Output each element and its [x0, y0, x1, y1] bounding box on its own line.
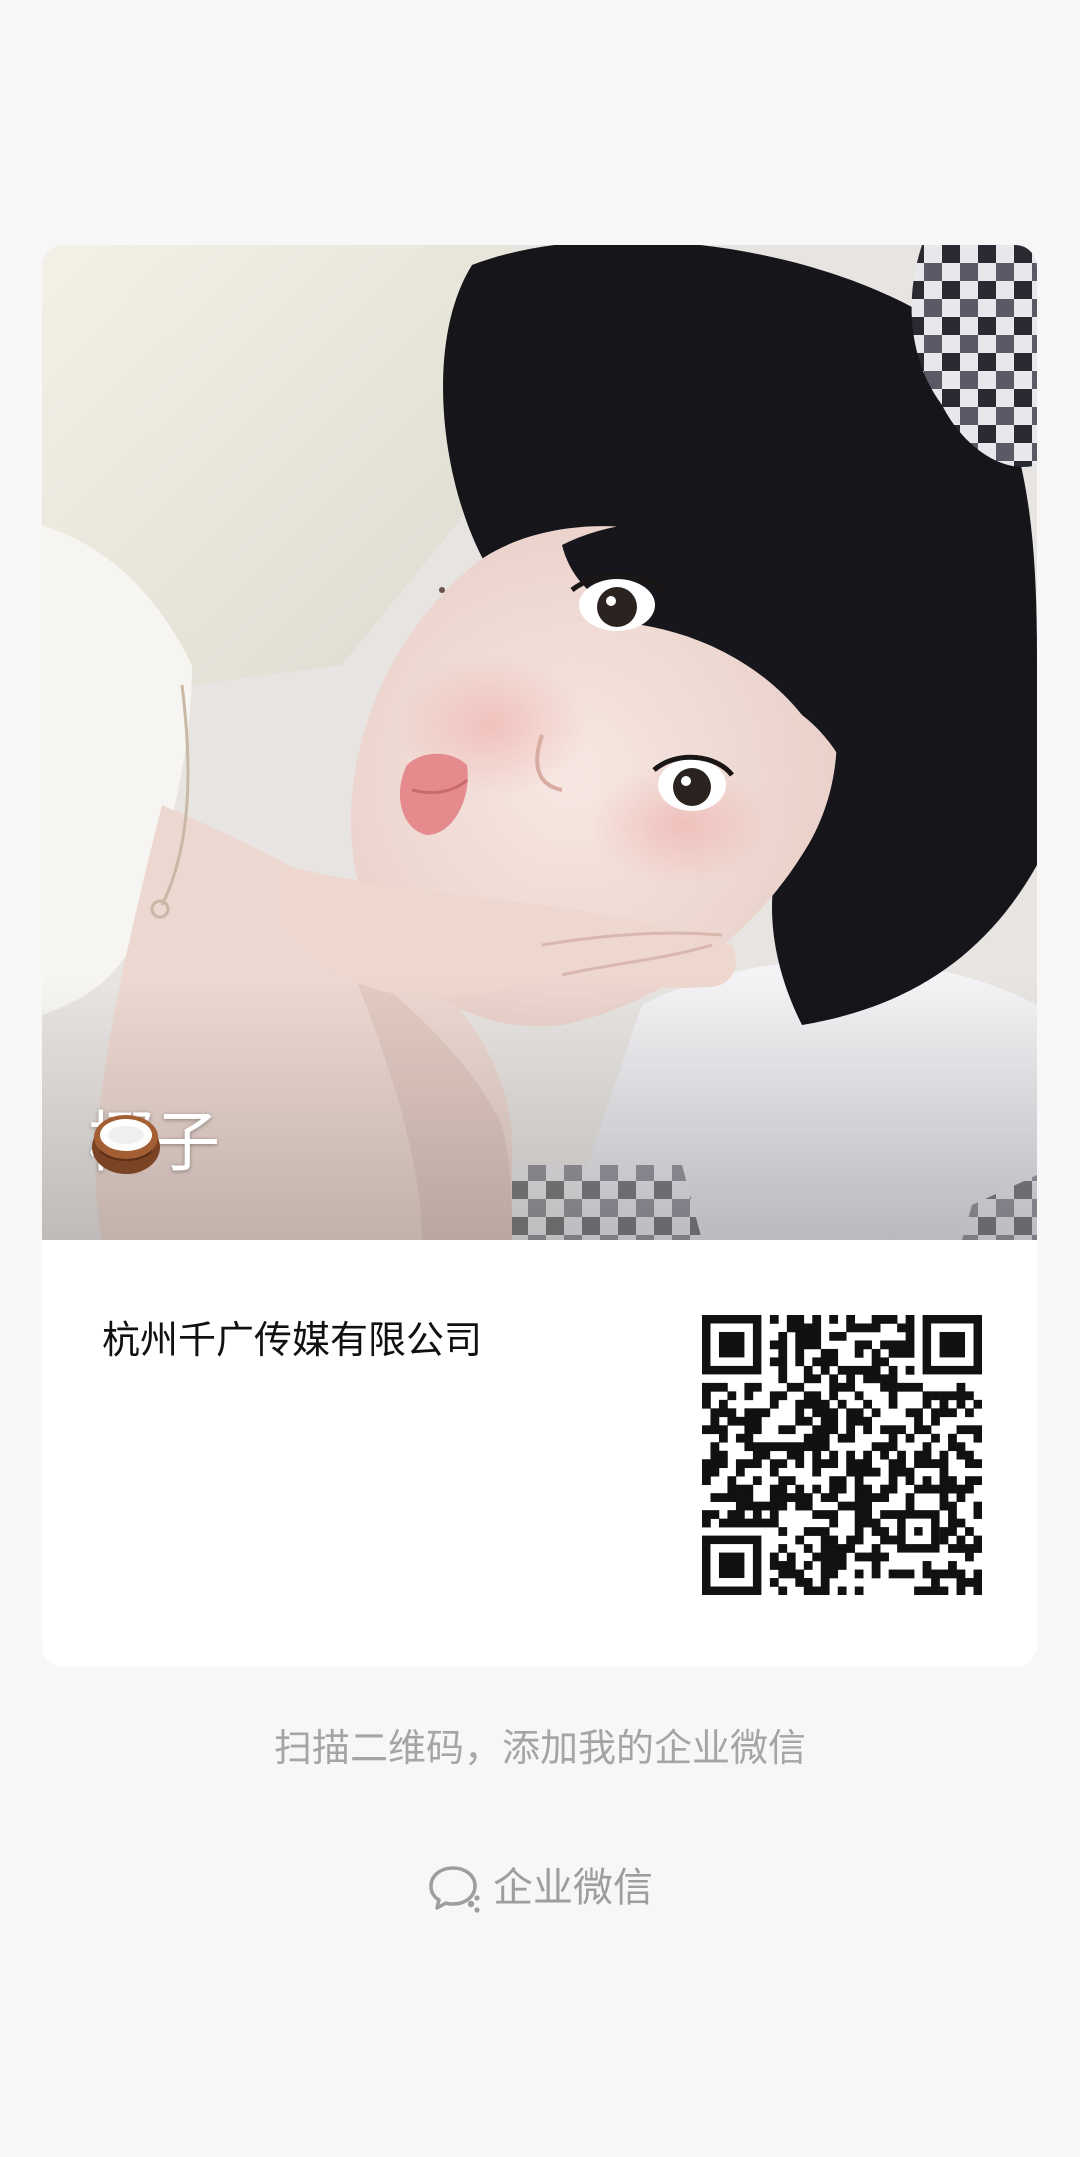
wecom-brand: 企业微信: [0, 1860, 1080, 1916]
qr-code: [702, 1315, 983, 1596]
qr-code-image: [702, 1315, 983, 1596]
wecom-logo-icon: [427, 1862, 483, 1914]
scan-hint: 扫描二维码，添加我的企业微信: [273, 1726, 806, 1770]
company-name: 杭州千广传媒有限公司: [102, 1318, 483, 1362]
wecom-label: 企业微信: [493, 1865, 653, 1911]
profile-name: 椰子: [88, 1103, 304, 1183]
contact-card: 椰子 杭州千广传媒有限公司: [42, 245, 1037, 1667]
profile-photo: 椰子: [42, 245, 1037, 1240]
coconut-icon: [92, 1105, 304, 1181]
